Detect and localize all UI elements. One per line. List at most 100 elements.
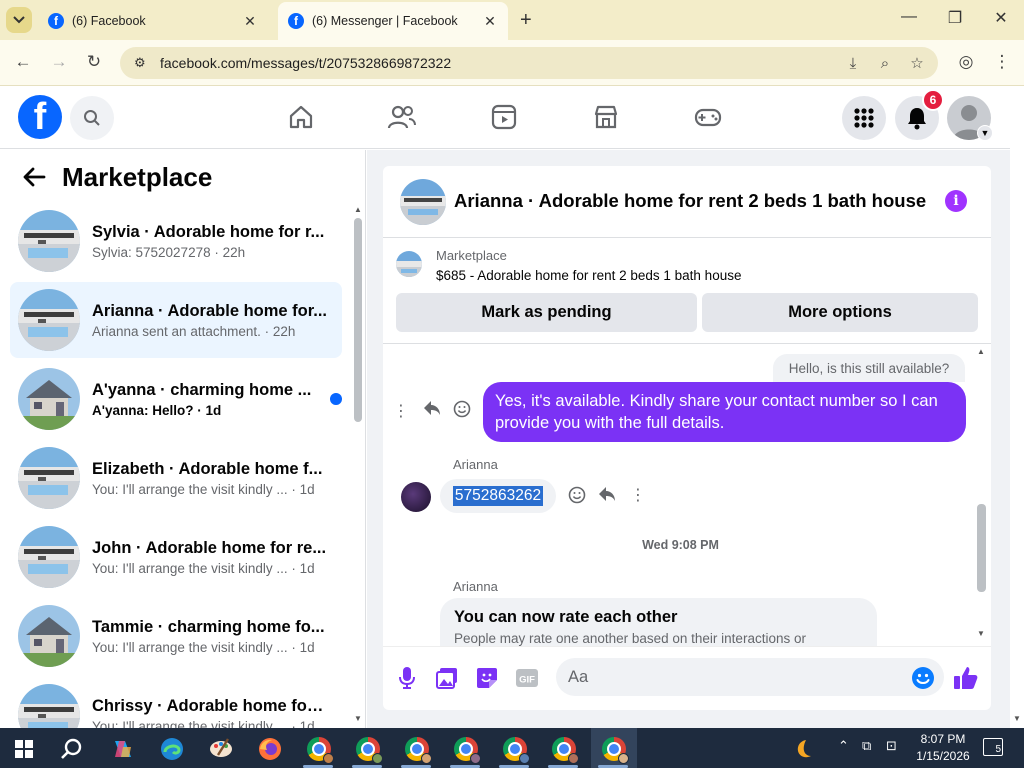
react-emoji-icon[interactable] bbox=[566, 486, 588, 509]
grid-menu-icon bbox=[854, 108, 874, 128]
more-actions-icon[interactable]: ⋮ bbox=[390, 401, 412, 421]
home-icon bbox=[289, 105, 313, 129]
chat-scrollbar[interactable] bbox=[977, 504, 986, 592]
conversation-item[interactable]: Tammie · charming home fo... You: I'll ar… bbox=[10, 598, 342, 674]
conversation-thumbnail bbox=[18, 605, 80, 667]
conversation-item[interactable]: A'yanna · charming home ... A'yanna: Hell… bbox=[10, 361, 342, 437]
network-icon[interactable]: ⧉ bbox=[862, 738, 871, 754]
menu-grid-button[interactable] bbox=[842, 96, 886, 140]
conversation-item[interactable]: Elizabeth · Adorable home f... You: I'll … bbox=[10, 440, 342, 516]
reply-icon[interactable] bbox=[596, 486, 618, 507]
message-composer[interactable] bbox=[556, 658, 944, 696]
chrome-profile-icon[interactable] bbox=[597, 732, 631, 766]
scroll-down-arrow-icon[interactable]: ▼ bbox=[977, 629, 985, 638]
search-icon[interactable] bbox=[55, 732, 89, 766]
copilot-icon[interactable] bbox=[106, 732, 140, 766]
svg-text:GIF: GIF bbox=[519, 675, 535, 686]
message-bubble-incoming[interactable]: Hello, is this still available? bbox=[773, 354, 965, 382]
chevron-down-icon[interactable]: ▼ bbox=[977, 125, 993, 141]
sidebar-scrollbar[interactable] bbox=[354, 218, 362, 422]
thumbs-up-icon[interactable] bbox=[953, 665, 979, 691]
chrome-profile-icon[interactable] bbox=[400, 732, 434, 766]
scroll-down-arrow-icon[interactable]: ▼ bbox=[354, 714, 362, 723]
microphone-icon[interactable] bbox=[394, 665, 420, 691]
tab-close-icon[interactable]: ✕ bbox=[242, 13, 258, 30]
profile-icon[interactable]: ◎ bbox=[955, 52, 977, 72]
close-window-icon[interactable]: ✕ bbox=[991, 8, 1011, 28]
chevron-up-icon[interactable]: ⌃ bbox=[838, 738, 849, 754]
scroll-up-arrow-icon[interactable]: ▲ bbox=[977, 347, 985, 356]
night-mode-moon-icon[interactable] bbox=[786, 732, 820, 766]
notification-center-icon[interactable]: 5 bbox=[983, 738, 1003, 756]
scroll-up-arrow-icon[interactable]: ▲ bbox=[354, 205, 362, 214]
search-icon bbox=[84, 110, 100, 126]
message-bubble-incoming[interactable]: 5752863262 bbox=[440, 479, 556, 513]
restore-icon[interactable]: ❐ bbox=[945, 8, 965, 28]
more-actions-icon[interactable]: ⋮ bbox=[627, 485, 649, 505]
edge-icon[interactable] bbox=[155, 732, 189, 766]
marketplace-nav-button[interactable] bbox=[589, 100, 623, 134]
minimize-icon[interactable]: — bbox=[899, 8, 919, 26]
chrome-profile-icon[interactable] bbox=[449, 732, 483, 766]
listing-description[interactable]: $685 - Adorable home for rent 2 beds 1 b… bbox=[436, 268, 741, 283]
conversation-preview: You: I'll arrange the visit kindly ... ·… bbox=[92, 560, 315, 576]
friends-nav-button[interactable] bbox=[385, 100, 419, 134]
url-text[interactable]: facebook.com/messages/t/2075328669872322 bbox=[160, 55, 842, 71]
conversation-thumbnail bbox=[18, 210, 80, 272]
reply-icon[interactable] bbox=[421, 400, 443, 421]
clock-date[interactable]: 1/15/2026 bbox=[910, 749, 976, 763]
tab-close-icon[interactable]: ✕ bbox=[482, 13, 498, 30]
page-scroll-down-arrow-icon[interactable]: ▼ bbox=[1013, 714, 1021, 723]
message-bubble-outgoing[interactable]: Yes, it's available. Kindly share your c… bbox=[483, 382, 966, 442]
react-emoji-icon[interactable] bbox=[451, 400, 473, 423]
paint-icon[interactable] bbox=[204, 732, 238, 766]
conversation-item[interactable]: John · Adorable home for re... You: I'll … bbox=[10, 519, 342, 595]
tab-search-dropdown-icon[interactable] bbox=[6, 7, 32, 33]
home-nav-button[interactable] bbox=[284, 100, 318, 134]
display-icon[interactable]: ⊡ bbox=[886, 738, 897, 754]
back-arrow-icon[interactable] bbox=[22, 166, 46, 195]
selected-phone-number[interactable]: 5752863262 bbox=[452, 486, 544, 506]
photo-gallery-icon[interactable] bbox=[434, 665, 460, 691]
chrome-profile-icon[interactable] bbox=[547, 732, 581, 766]
clock-time[interactable]: 8:07 PM bbox=[913, 732, 973, 746]
chrome-profile-icon[interactable] bbox=[351, 732, 385, 766]
bookmark-star-icon[interactable]: ☆ bbox=[906, 54, 928, 72]
mark-as-pending-button[interactable]: Mark as pending bbox=[396, 293, 697, 332]
sticker-icon[interactable] bbox=[474, 665, 500, 691]
omnibox[interactable]: ⚙ facebook.com/messages/t/20753286698723… bbox=[120, 47, 938, 79]
gif-icon[interactable]: GIF bbox=[514, 665, 540, 691]
more-options-button[interactable]: More options bbox=[702, 293, 978, 332]
info-icon[interactable]: i bbox=[945, 190, 967, 212]
back-icon[interactable]: ← bbox=[12, 52, 34, 72]
site-info-icon[interactable]: ⚙ bbox=[134, 55, 150, 71]
new-tab-button[interactable]: + bbox=[520, 9, 532, 32]
sender-name: Arianna bbox=[453, 457, 498, 472]
emoji-icon[interactable] bbox=[910, 665, 936, 691]
chrome-profile-icon[interactable] bbox=[302, 732, 336, 766]
forward-icon[interactable]: → bbox=[48, 52, 70, 72]
reload-icon[interactable]: ↻ bbox=[83, 52, 105, 72]
windows-start-icon[interactable] bbox=[7, 732, 41, 766]
conversation-item[interactable]: Sylvia · Adorable home for r... Sylvia: 5… bbox=[10, 203, 342, 279]
watch-nav-button[interactable] bbox=[487, 100, 521, 134]
fb-search-button[interactable] bbox=[70, 96, 114, 140]
conversation-item[interactable]: Arianna · Adorable home for... Arianna se… bbox=[10, 282, 342, 358]
chrome-profile-icon[interactable] bbox=[498, 732, 532, 766]
browser-tab-facebook[interactable]: f (6) Facebook ✕ bbox=[38, 2, 268, 40]
chat-title[interactable]: Arianna · Adorable home for rent 2 beds … bbox=[454, 190, 926, 212]
chat-listing-avatar[interactable] bbox=[400, 179, 446, 225]
conversation-name: Sylvia · Adorable home for r... bbox=[92, 222, 325, 241]
zoom-icon[interactable]: ⌕ bbox=[874, 55, 896, 72]
sender-avatar[interactable] bbox=[401, 482, 431, 512]
browser-tab-messenger[interactable]: f (6) Messenger | Facebook ✕ bbox=[278, 2, 508, 40]
listing-thumbnail[interactable] bbox=[396, 251, 422, 277]
facebook-logo[interactable]: f bbox=[18, 95, 62, 139]
install-app-icon[interactable]: ⤓ bbox=[842, 55, 864, 72]
rate-each-other-card[interactable]: You can now rate each other People may r… bbox=[440, 598, 877, 646]
gaming-nav-button[interactable] bbox=[691, 100, 725, 134]
chrome-menu-icon[interactable]: ⋮ bbox=[991, 52, 1013, 72]
firefox-icon[interactable] bbox=[253, 732, 287, 766]
sender-name: Arianna bbox=[453, 579, 498, 594]
message-input[interactable] bbox=[568, 667, 888, 687]
